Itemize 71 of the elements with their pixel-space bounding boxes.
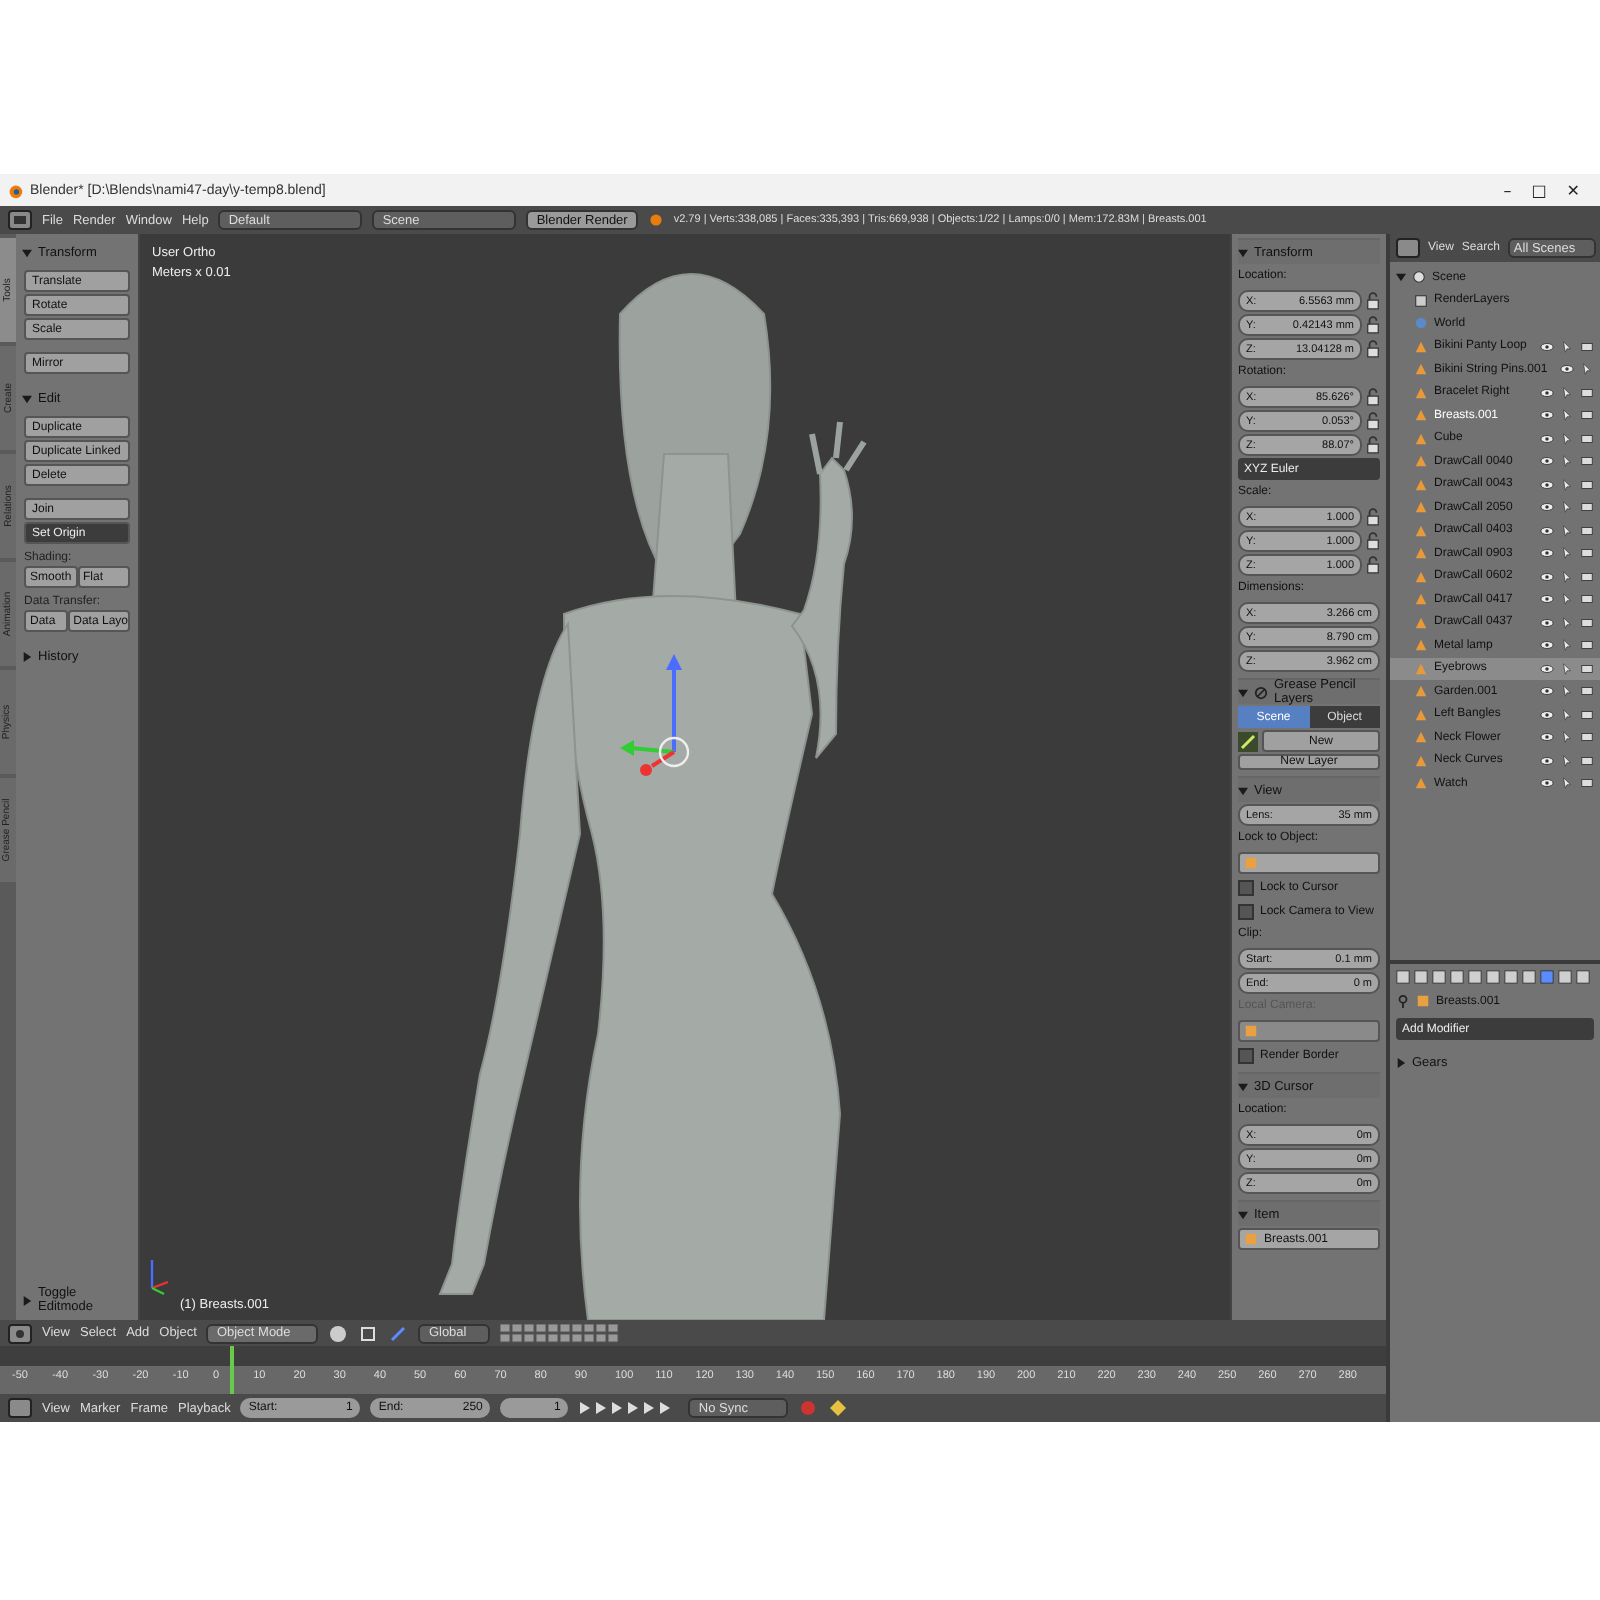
eye-icon[interactable]: [1540, 753, 1554, 768]
maximize-button[interactable]: □: [1531, 181, 1547, 199]
expanded-triangle-icon[interactable]: [1238, 785, 1248, 795]
object-field[interactable]: [1238, 1020, 1380, 1042]
keying-icon[interactable]: [828, 1398, 849, 1418]
eye-icon[interactable]: [1540, 592, 1554, 607]
checkbox[interactable]: [1238, 879, 1254, 895]
eye-icon[interactable]: [1540, 339, 1554, 354]
current-frame-marker[interactable]: [230, 1346, 234, 1394]
eye-icon[interactable]: [1540, 569, 1554, 584]
object-icon: [1416, 994, 1430, 1008]
object-icon: [1244, 1232, 1258, 1246]
collapsed-triangle-icon[interactable]: [22, 1295, 32, 1305]
collapsed-triangle-icon[interactable]: [1396, 1057, 1406, 1067]
open-lock-icon[interactable]: [1366, 340, 1380, 358]
open-lock-icon[interactable]: [1366, 532, 1380, 550]
axis-icon: [150, 1260, 169, 1296]
blender-logo-icon: [6, 181, 24, 199]
pivot-icon[interactable]: [358, 1323, 379, 1343]
eye-icon[interactable]: [1540, 408, 1554, 423]
eye-icon[interactable]: [1540, 638, 1554, 653]
eye-icon[interactable]: [1540, 477, 1554, 492]
eye-icon[interactable]: [1540, 684, 1554, 699]
eye-icon[interactable]: [1540, 661, 1554, 676]
open-lock-icon[interactable]: [1366, 412, 1380, 430]
expanded-triangle-icon[interactable]: [1238, 1081, 1248, 1091]
editor-type-icon[interactable]: [1396, 238, 1420, 258]
pin-icon[interactable]: [1396, 994, 1410, 1008]
pencil-icon[interactable]: [1238, 731, 1258, 751]
expanded-triangle-icon[interactable]: [1238, 687, 1248, 697]
eye-icon[interactable]: [1540, 523, 1554, 538]
open-lock-icon[interactable]: [1366, 292, 1380, 310]
collapsed-triangle-icon[interactable]: [22, 651, 32, 661]
eye-icon[interactable]: [1540, 615, 1554, 630]
eye-icon[interactable]: [1540, 730, 1554, 745]
eye-icon[interactable]: [1540, 500, 1554, 515]
open-lock-icon[interactable]: [1366, 388, 1380, 406]
expanded-triangle-icon[interactable]: [22, 393, 32, 403]
world-icon: [1414, 316, 1428, 331]
transform-gizmo-drawing: [620, 654, 690, 776]
open-lock-icon[interactable]: [1366, 316, 1380, 334]
open-lock-icon[interactable]: [1366, 436, 1380, 454]
eye-icon[interactable]: [1540, 385, 1554, 400]
eye-icon[interactable]: [1540, 776, 1554, 791]
eye-icon[interactable]: [1540, 546, 1554, 561]
eye-icon[interactable]: [1540, 707, 1554, 722]
editor-type-icon[interactable]: [8, 1323, 32, 1343]
render-layers-icon: [1414, 293, 1428, 308]
eye-icon[interactable]: [1540, 454, 1554, 469]
checkbox[interactable]: [1238, 1047, 1254, 1063]
expanded-triangle-icon[interactable]: [1238, 1209, 1248, 1219]
minimize-button[interactable]: –: [1503, 181, 1512, 199]
shading-icon[interactable]: [328, 1323, 349, 1343]
object-icon: [1244, 1024, 1258, 1038]
blender-logo-icon: [647, 212, 664, 228]
camera-icon[interactable]: [1580, 339, 1594, 354]
editor-type-icon[interactable]: [8, 1398, 32, 1418]
layers-icon[interactable]: [500, 1323, 621, 1343]
object-icon: [1244, 856, 1258, 870]
open-lock-icon[interactable]: [1366, 508, 1380, 526]
editor-type-icon[interactable]: [8, 210, 32, 230]
open-lock-icon[interactable]: [1366, 556, 1380, 574]
expanded-triangle-icon[interactable]: [1396, 272, 1406, 283]
close-button[interactable]: ✕: [1566, 181, 1580, 199]
eye-icon[interactable]: [1540, 431, 1554, 446]
eye-icon[interactable]: [1559, 362, 1574, 377]
scene-icon: [1412, 270, 1426, 285]
expanded-triangle-icon[interactable]: [22, 247, 32, 257]
object-field[interactable]: [1238, 852, 1380, 874]
expanded-triangle-icon[interactable]: [1238, 247, 1248, 257]
checkbox[interactable]: [1238, 903, 1254, 919]
